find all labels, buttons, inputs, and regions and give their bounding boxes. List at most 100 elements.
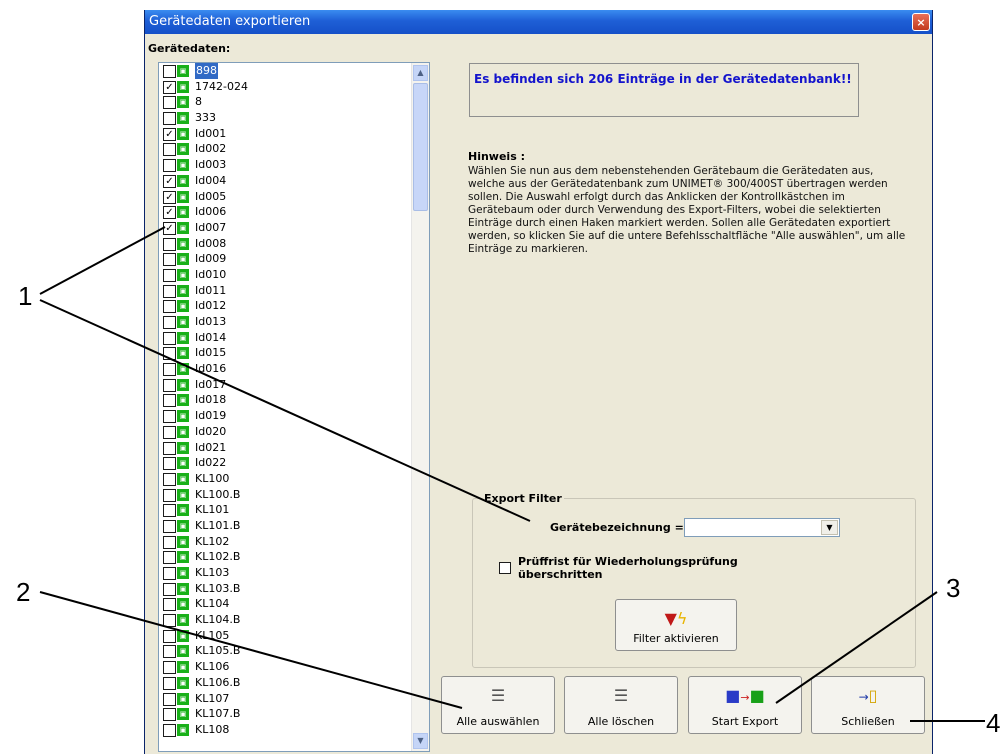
device-name-combobox[interactable]: ▼ <box>684 518 840 537</box>
tree-item-checkbox[interactable] <box>163 96 176 110</box>
scroll-up-icon[interactable]: ▲ <box>413 65 428 81</box>
tree-item-checkbox[interactable] <box>163 347 176 361</box>
tree-item-checkbox[interactable] <box>163 692 176 706</box>
tree-scrollbar[interactable]: ▲ ▼ <box>411 63 429 751</box>
tree-item-checkbox[interactable] <box>163 143 176 157</box>
start-export-button[interactable]: ■→■ Start Export <box>688 676 802 734</box>
tree-item[interactable]: ▣ Id013 <box>159 314 411 330</box>
tree-item-checkbox[interactable]: ✓ <box>163 80 176 94</box>
tree-item[interactable]: ▣ KL106 <box>159 659 411 675</box>
tree-item[interactable]: ▣ KL103.B <box>159 581 411 597</box>
tree-item-checkbox[interactable] <box>163 472 176 486</box>
tree-item-checkbox[interactable] <box>163 567 176 580</box>
tree-item-checkbox[interactable] <box>163 661 176 675</box>
tree-item[interactable]: ▣ KL103 <box>159 565 411 581</box>
scroll-thumb[interactable] <box>413 83 428 211</box>
tree-item[interactable]: ▣ Id002 <box>159 141 411 157</box>
tree-item[interactable]: ▣ 333 <box>159 110 411 126</box>
tree-item-checkbox[interactable] <box>163 723 176 737</box>
tree-item-checkbox[interactable] <box>163 582 176 596</box>
tree-item-checkbox[interactable] <box>163 316 176 329</box>
tree-item[interactable]: ▣ Id022 <box>159 455 411 471</box>
tree-item-checkbox[interactable] <box>163 425 176 439</box>
tree-item-checkbox[interactable] <box>163 708 176 722</box>
tree-item-checkbox[interactable] <box>163 551 176 565</box>
tree-item[interactable]: ✓ ▣ 1742-024 <box>159 79 411 95</box>
tree-item[interactable]: ▣ KL101 <box>159 502 411 518</box>
tree-item-checkbox[interactable] <box>163 394 176 408</box>
tree-item-checkbox[interactable]: ✓ <box>163 206 176 220</box>
tree-item-checkbox[interactable] <box>163 112 176 126</box>
tree-item-checkbox[interactable] <box>163 519 176 533</box>
close-button[interactable]: →▯ Schließen <box>811 676 925 734</box>
tree-item-checkbox[interactable] <box>163 457 176 471</box>
tree-item[interactable]: ▣ Id012 <box>159 298 411 314</box>
tree-item-checkbox[interactable] <box>163 300 176 314</box>
tree-item[interactable]: ▣ Id014 <box>159 330 411 346</box>
tree-item[interactable]: ▣ KL107.B <box>159 706 411 722</box>
tree-item[interactable]: ✓ ▣ Id007 <box>159 220 411 236</box>
tree-item[interactable]: ▣ KL108 <box>159 722 411 738</box>
tree-item[interactable]: ▣ Id019 <box>159 408 411 424</box>
tree-item-checkbox[interactable] <box>163 331 176 345</box>
tree-item[interactable]: ▣ KL101.B <box>159 518 411 534</box>
device-tree[interactable]: ▣ 898 ✓ ▣ 1742-024 ▣ 8 ▣ 333 ✓ ▣ Id001 ▣ Id002 ▣ Id003 ✓… <box>158 62 430 752</box>
tree-item[interactable]: ▣ Id003 <box>159 157 411 173</box>
tree-item-checkbox[interactable] <box>163 441 176 455</box>
tree-item-checkbox[interactable] <box>163 535 176 549</box>
deadline-exceeded-checkbox[interactable] <box>499 562 511 574</box>
clear-all-button[interactable]: ☰ Alle löschen <box>564 676 678 734</box>
tree-item[interactable]: ▣ Id011 <box>159 283 411 299</box>
select-all-button[interactable]: ☰ Alle auswählen <box>441 676 555 734</box>
tree-item[interactable]: ▣ Id017 <box>159 377 411 393</box>
tree-item-checkbox[interactable] <box>163 645 176 659</box>
tree-item[interactable]: ▣ Id021 <box>159 440 411 456</box>
tree-item[interactable]: ▣ KL102.B <box>159 549 411 565</box>
tree-item-checkbox[interactable] <box>163 237 176 251</box>
tree-item-checkbox[interactable] <box>163 410 176 424</box>
tree-item-checkbox[interactable] <box>163 284 176 298</box>
tree-item-checkbox[interactable]: ✓ <box>163 127 176 141</box>
tree-item[interactable]: ✓ ▣ Id005 <box>159 189 411 205</box>
tree-item[interactable]: ✓ ▣ Id006 <box>159 204 411 220</box>
close-window-button[interactable]: × <box>912 13 930 31</box>
tree-item[interactable]: ▣ KL105 <box>159 628 411 644</box>
tree-item[interactable]: ▣ KL107 <box>159 691 411 707</box>
tree-item[interactable]: ▣ KL106.B <box>159 675 411 691</box>
tree-item[interactable]: ▣ KL104 <box>159 596 411 612</box>
tree-item-checkbox[interactable] <box>163 488 176 502</box>
tree-item-checkbox[interactable]: ✓ <box>163 174 176 188</box>
tree-item[interactable]: ▣ KL102 <box>159 534 411 550</box>
tree-item[interactable]: ✓ ▣ Id001 <box>159 126 411 142</box>
tree-item-checkbox[interactable]: ✓ <box>163 221 176 235</box>
tree-item[interactable]: ▣ Id018 <box>159 392 411 408</box>
tree-item[interactable]: ▣ KL100 <box>159 471 411 487</box>
scroll-down-icon[interactable]: ▼ <box>413 733 428 749</box>
tree-item[interactable]: ▣ Id008 <box>159 236 411 252</box>
tree-item-checkbox[interactable]: ✓ <box>163 190 176 204</box>
tree-item[interactable]: ▣ Id015 <box>159 345 411 361</box>
tree-item[interactable]: ▣ Id020 <box>159 424 411 440</box>
tree-item-checkbox[interactable] <box>163 363 176 377</box>
chevron-down-icon[interactable]: ▼ <box>821 520 838 535</box>
tree-item-checkbox[interactable] <box>163 253 176 267</box>
tree-item[interactable]: ✓ ▣ Id004 <box>159 173 411 189</box>
tree-item-checkbox[interactable] <box>163 378 176 392</box>
tree-item[interactable]: ▣ 898 <box>159 63 411 79</box>
tree-item[interactable]: ▣ Id016 <box>159 361 411 377</box>
tree-item-checkbox[interactable] <box>163 614 176 628</box>
tree-item[interactable]: ▣ KL105.B <box>159 643 411 659</box>
tree-item[interactable]: ▣ KL100.B <box>159 487 411 503</box>
tree-item[interactable]: ▣ Id009 <box>159 251 411 267</box>
activate-filter-button[interactable]: ▼ϟ Filter aktivieren <box>615 599 737 651</box>
tree-item[interactable]: ▣ KL104.B <box>159 612 411 628</box>
tree-item-checkbox[interactable] <box>163 676 176 690</box>
tree-item-checkbox[interactable] <box>163 598 176 612</box>
tree-item[interactable]: ▣ Id010 <box>159 267 411 283</box>
tree-item-checkbox[interactable] <box>163 65 176 78</box>
tree-item-checkbox[interactable] <box>163 159 176 173</box>
tree-item-checkbox[interactable] <box>163 629 176 643</box>
tree-item-checkbox[interactable] <box>163 504 176 518</box>
tree-item-checkbox[interactable] <box>163 268 176 282</box>
tree-item[interactable]: ▣ 8 <box>159 94 411 110</box>
